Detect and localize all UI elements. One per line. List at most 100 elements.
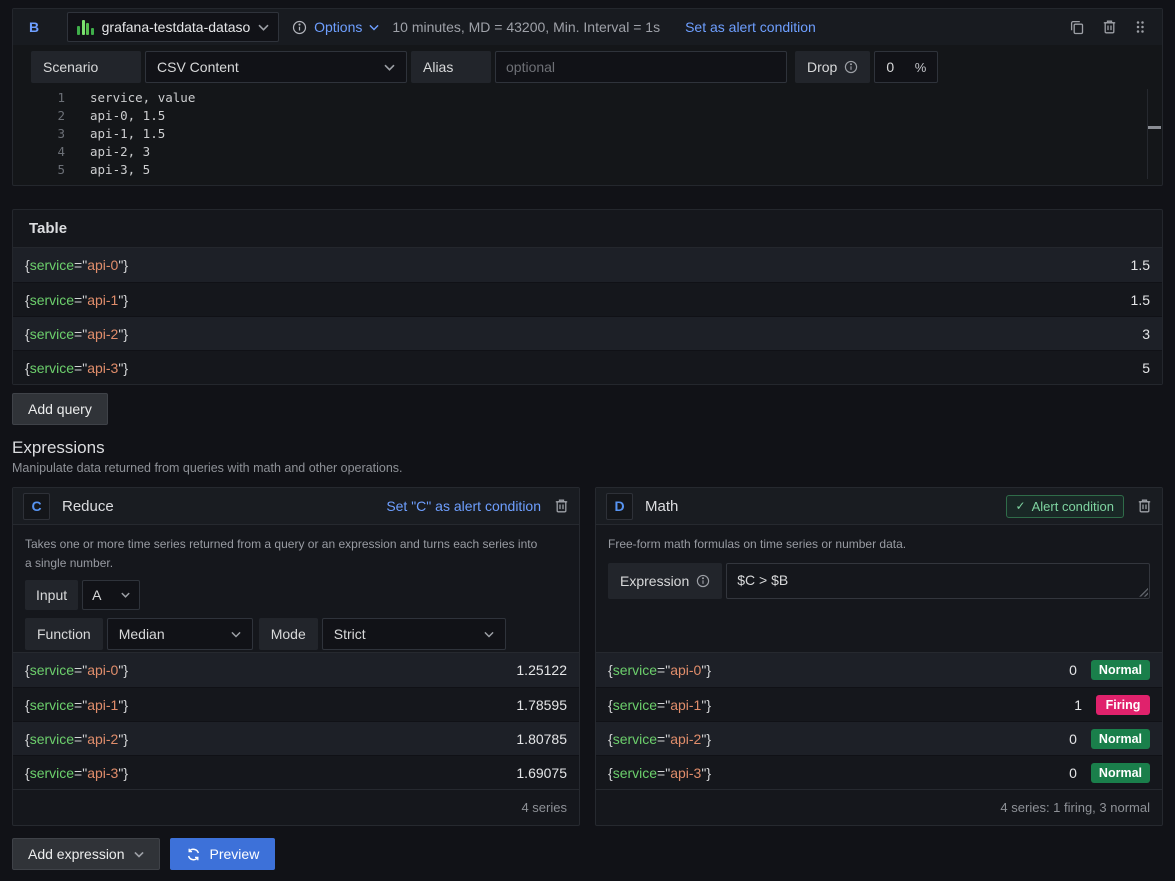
code-text: api-2, 3 [90,143,150,161]
label-name: service [30,731,74,747]
label-value: api-3 [87,765,118,781]
input-label: Input [25,580,78,610]
preview-button[interactable]: Preview [170,838,276,870]
query-editor-card: B grafana-testdata-datasou Options 10 mi… [12,8,1163,186]
drop-percent-input[interactable]: 0 % [874,51,938,83]
mode-label: Mode [259,618,318,650]
info-icon [292,20,307,35]
csv-code-editor[interactable]: 1service, value2api-0, 1.53api-1, 1.54ap… [13,89,1162,179]
mode-value: Strict [334,626,366,642]
mode-select[interactable]: Strict [322,618,506,650]
expression-ref-id: C [23,493,50,520]
state-badge: Firing [1096,695,1150,715]
editor-scroll-indicator[interactable] [1148,126,1161,129]
label-punctuation: =" [74,662,87,678]
series-value: 1 [1074,697,1082,713]
scenario-select[interactable]: CSV Content [145,51,407,83]
query-header-actions [1069,19,1146,35]
label-punctuation: =" [74,697,87,713]
duplicate-icon[interactable] [1069,19,1085,35]
chevron-down-icon [121,592,130,598]
query-header: B grafana-testdata-datasou Options 10 mi… [13,9,1162,45]
label-punctuation: "} [118,257,128,273]
label-name: service [30,326,74,342]
label-punctuation: "} [701,731,711,747]
label-punctuation: "} [118,326,128,342]
datasource-picker[interactable]: grafana-testdata-datasou [67,12,279,42]
label-name: service [30,292,74,308]
refresh-icon [186,847,201,862]
alert-condition-badge[interactable]: ✓ Alert condition [1006,495,1124,518]
reduce-series-summary: 4 series [13,789,579,825]
label-punctuation: "} [118,292,128,308]
expression-label: Expression [608,563,722,599]
add-query-button[interactable]: Add query [12,393,108,425]
chevron-down-icon [134,851,144,858]
table-rows: {service="api-0"}1.5{service="api-1"}1.5… [13,248,1162,384]
series-label: {service="api-2"} [25,731,128,747]
expression-type-title: Reduce [62,498,114,515]
label-punctuation: "} [118,360,128,376]
label-value: api-2 [87,731,118,747]
series-row: {service="api-3"}1.69075 [13,755,579,789]
editor-line: 2api-0, 1.5 [13,107,1162,125]
code-text: api-1, 1.5 [90,125,165,143]
expressions-heading: Expressions [12,438,1163,458]
delete-expression-icon[interactable] [1137,498,1152,514]
delete-query-icon[interactable] [1102,19,1117,35]
label-punctuation: =" [657,765,670,781]
math-expression-card: D Math ✓ Alert condition Free-form math … [595,487,1163,826]
table-panel-title: Table [13,210,1162,248]
editor-overview-ruler [1147,89,1148,179]
drag-handle-icon[interactable] [1134,19,1146,35]
series-label: {service="api-2"} [25,326,128,342]
label-name: service [30,257,74,273]
series-value: 0 [1069,765,1077,781]
set-alert-condition-link[interactable]: Set as alert condition [685,19,816,35]
label-name: service [30,662,74,678]
series-row: {service="api-0"}1.5 [13,248,1162,282]
label-punctuation: =" [74,360,87,376]
series-value: 0 [1069,662,1077,678]
input-ref-value: A [92,587,101,603]
alias-input[interactable] [495,51,787,83]
delete-expression-icon[interactable] [554,498,569,514]
series-row: {service="api-3"}0Normal [596,755,1162,789]
label-punctuation: "} [118,662,128,678]
label-punctuation: "} [118,731,128,747]
add-expression-button[interactable]: Add expression [12,838,160,870]
series-label: {service="api-2"} [608,731,711,747]
label-value: api-3 [87,360,118,376]
scenario-label: Scenario [31,51,141,83]
code-text: api-0, 1.5 [90,107,165,125]
label-name: service [613,765,657,781]
alias-label: Alias [411,51,491,83]
scenario-row: Scenario CSV Content Alias Drop 0 % [31,51,1144,83]
input-ref-select[interactable]: A [82,580,140,610]
options-toggle[interactable]: Options [292,19,379,35]
chevron-down-icon [384,64,395,71]
label-name: service [613,697,657,713]
chevron-down-icon [484,631,494,638]
series-label: {service="api-0"} [25,257,128,273]
label-punctuation: "} [701,662,711,678]
series-label: {service="api-0"} [25,662,128,678]
label-value: api-0 [87,257,118,273]
label-punctuation: =" [74,292,87,308]
chevron-down-icon [369,24,379,31]
series-value: 1.5 [1131,292,1150,308]
set-c-alert-condition-link[interactable]: Set "C" as alert condition [386,498,541,514]
label-punctuation: =" [657,731,670,747]
function-select[interactable]: Median [107,618,253,650]
line-number: 5 [13,161,65,179]
check-icon: ✓ [1016,499,1026,513]
drop-label: Drop [795,51,870,83]
editor-line: 4api-2, 3 [13,143,1162,161]
series-value: 5 [1142,360,1150,376]
datasource-icon [77,20,94,35]
label-punctuation: =" [74,257,87,273]
chevron-down-icon [258,24,269,31]
info-icon [844,60,858,74]
drop-value: 0 [886,59,894,75]
math-expression-input[interactable]: $C > $B [726,563,1150,599]
